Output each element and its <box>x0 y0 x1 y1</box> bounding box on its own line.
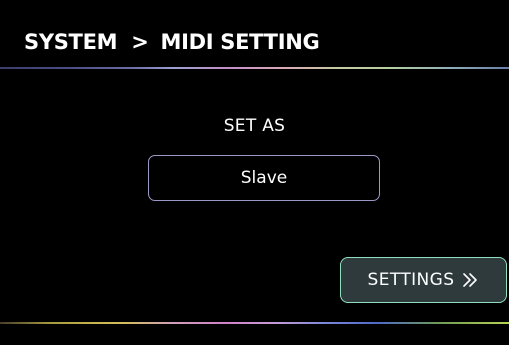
midi-mode-select[interactable]: Slave <box>148 155 380 201</box>
midi-setting-screen: SYSTEM > MIDI SETTING SET AS Slave SETTI… <box>0 0 509 345</box>
set-as-label: SET AS <box>223 116 286 136</box>
header-bar: SYSTEM > MIDI SETTING <box>0 0 509 68</box>
breadcrumb: SYSTEM > MIDI SETTING <box>24 26 320 58</box>
breadcrumb-section[interactable]: SYSTEM <box>24 30 118 54</box>
midi-mode-value: Slave <box>240 168 288 188</box>
double-chevron-right-icon <box>462 272 479 288</box>
header-divider <box>0 67 509 69</box>
breadcrumb-separator: > <box>131 30 149 54</box>
settings-button-label: SETTINGS <box>367 270 455 290</box>
footer-divider <box>0 322 509 324</box>
page-title: MIDI SETTING <box>160 30 320 54</box>
settings-button[interactable]: SETTINGS <box>340 257 507 303</box>
